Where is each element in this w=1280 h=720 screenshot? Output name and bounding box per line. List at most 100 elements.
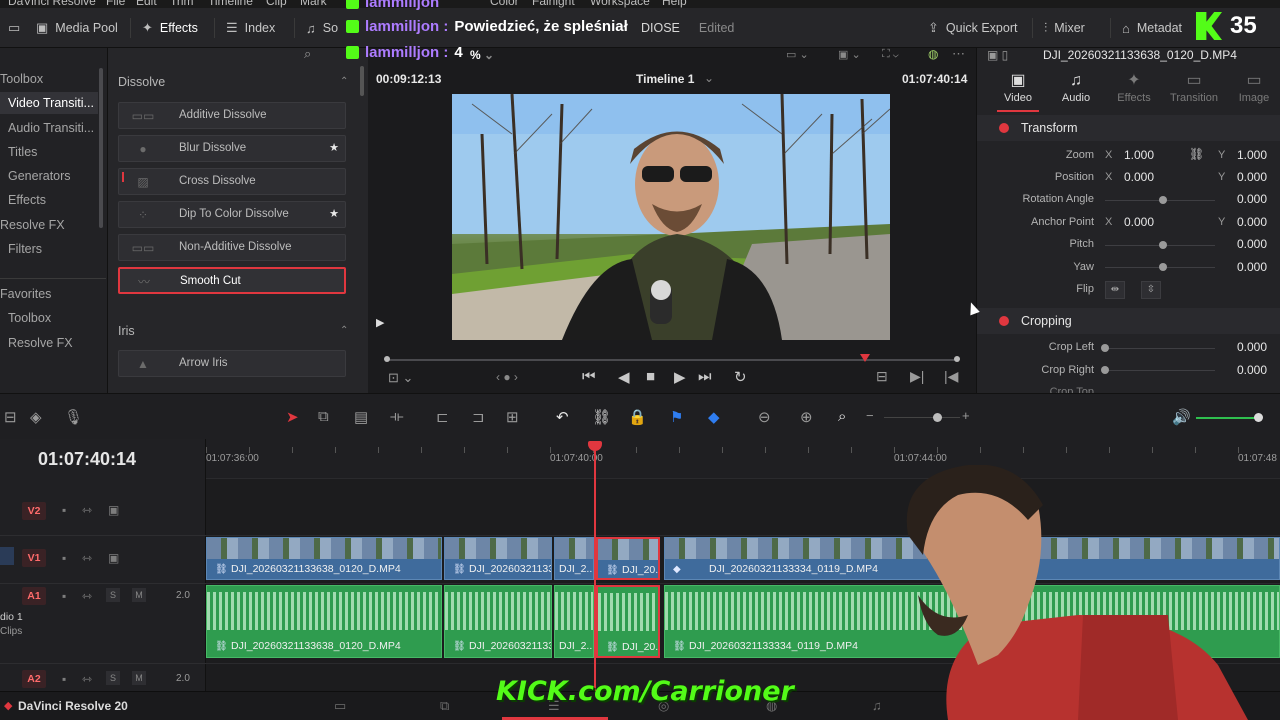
- sidebar-item-favorites[interactable]: Favorites: [0, 287, 51, 301]
- menu-trim[interactable]: Trim: [170, 0, 194, 8]
- track-a1-badge[interactable]: A1: [22, 587, 46, 605]
- menu-workspace[interactable]: Workspace: [590, 0, 650, 8]
- jog-icon[interactable]: ‹ ● ›: [496, 370, 518, 384]
- yaw-field[interactable]: 0.000: [1237, 260, 1267, 274]
- zoom-slider-knob[interactable]: [933, 413, 942, 422]
- play-icon[interactable]: ▶: [674, 368, 686, 386]
- volume-slider[interactable]: [1196, 417, 1258, 419]
- menu-file[interactable]: File: [106, 0, 125, 8]
- section-enable-toggle[interactable]: [999, 316, 1009, 326]
- sound-library-button[interactable]: ♫ So: [306, 8, 338, 48]
- group-header-iris[interactable]: Iris: [118, 324, 135, 338]
- loop-icon[interactable]: ↻: [734, 368, 747, 386]
- lock-icon[interactable]: ▪: [62, 503, 66, 517]
- effect-cross-dissolve[interactable]: ▨ Cross Dissolve: [118, 168, 346, 195]
- sidebar-item-favorites-resolve-fx[interactable]: Resolve FX: [8, 336, 73, 350]
- viewer-mode-icon[interactable]: ▭ ⌄: [786, 48, 809, 61]
- v1-destination-indicator[interactable]: [0, 547, 14, 565]
- track-enable-icon[interactable]: ▣: [108, 503, 119, 517]
- timeline-name[interactable]: Timeline 1: [636, 72, 694, 86]
- scrub-end-handle[interactable]: [954, 356, 960, 362]
- crop-left-field[interactable]: 0.000: [1237, 340, 1267, 354]
- pitch-field[interactable]: 0.000: [1237, 237, 1267, 251]
- selection-tool-icon[interactable]: ➤: [286, 408, 299, 426]
- speaker-icon[interactable]: 🔊: [1172, 408, 1191, 426]
- lock-icon[interactable]: ▪: [62, 551, 66, 565]
- stop-icon[interactable]: ■: [646, 368, 655, 385]
- flip-horizontal-icon[interactable]: ⇹: [1105, 281, 1125, 299]
- zoom-slider[interactable]: [884, 417, 960, 418]
- timeline-playhead[interactable]: [594, 447, 596, 691]
- track-v2-badge[interactable]: V2: [22, 502, 46, 520]
- tab-effects[interactable]: ✦ Effects: [1105, 70, 1163, 104]
- menu-fairlight[interactable]: Fairlight: [532, 0, 575, 8]
- menu-help[interactable]: Help: [662, 0, 687, 8]
- microphone-icon[interactable]: 🎙: [64, 408, 83, 426]
- track-a2-badge[interactable]: A2: [22, 670, 46, 688]
- zoom-full-icon[interactable]: ⊖: [758, 408, 771, 426]
- effect-non-additive-dissolve[interactable]: ▭▭ Non-Additive Dissolve: [118, 234, 346, 261]
- cut-page-icon[interactable]: ⧉: [440, 698, 449, 714]
- play-reverse-icon[interactable]: ◀: [618, 368, 630, 386]
- sidebar-scrollbar[interactable]: [99, 68, 103, 228]
- effects-list-scrollbar[interactable]: [360, 66, 364, 96]
- layout-icon[interactable]: ⊟: [4, 408, 17, 426]
- dynamic-trim-icon[interactable]: ▤: [354, 408, 368, 426]
- lock-icon[interactable]: ▪: [62, 589, 66, 603]
- marker-icon[interactable]: ◆: [708, 408, 720, 426]
- favorite-star-icon[interactable]: ★: [329, 141, 339, 154]
- solo-button[interactable]: S: [106, 671, 120, 685]
- index-button[interactable]: ☰ Index: [226, 8, 275, 48]
- effects-button[interactable]: ✦ Effects: [142, 8, 198, 48]
- tab-video[interactable]: ▣ Video: [989, 70, 1047, 112]
- link-icon[interactable]: ⛓: [1189, 147, 1204, 161]
- menu-edit[interactable]: Edit: [136, 0, 157, 8]
- audio-clip[interactable]: ⛓ DJI_20260321133638_0120_D.MP4: [206, 585, 442, 658]
- media-pool-button[interactable]: ▣ Media Pool: [36, 8, 118, 48]
- track-enable-icon[interactable]: ▣: [108, 551, 119, 565]
- prev-edit-icon[interactable]: |◀: [944, 368, 958, 385]
- audio-clip-selected[interactable]: ⛓ DJI_20...: [596, 585, 660, 658]
- rotation-slider-knob[interactable]: [1159, 196, 1167, 204]
- metadata-button[interactable]: ⌂ Metadat: [1122, 8, 1182, 48]
- position-x-field[interactable]: 0.000: [1124, 170, 1154, 184]
- zoom-y-field[interactable]: 1.000: [1237, 148, 1267, 162]
- effect-arrow-iris[interactable]: ▲ Arrow Iris: [118, 350, 346, 377]
- tab-transition[interactable]: ▭ Transition: [1165, 70, 1223, 104]
- media-page-icon[interactable]: ▭: [334, 698, 346, 714]
- lock-icon[interactable]: ▪: [62, 672, 66, 686]
- transform-overlay-icon[interactable]: ⊡ ⌄: [388, 370, 413, 386]
- skip-to-start-icon[interactable]: ⏮: [582, 368, 596, 385]
- zoom-detail-icon[interactable]: ⊕: [800, 408, 813, 426]
- search-icon[interactable]: ⌕: [304, 46, 311, 62]
- panel-toggle-icon[interactable]: ▭: [8, 8, 20, 48]
- menu-timeline[interactable]: Timeline: [208, 0, 253, 8]
- scrub-playhead[interactable]: [860, 354, 870, 362]
- tab-audio[interactable]: ♫ Audio: [1047, 70, 1105, 104]
- play-audio-icon[interactable]: ▶: [376, 316, 384, 329]
- tab-image[interactable]: ▭ Image: [1225, 70, 1280, 104]
- menu-app[interactable]: DaVinci Resolve: [8, 0, 96, 8]
- sidebar-item-favorites-toolbox[interactable]: Toolbox: [8, 311, 51, 325]
- more-options-icon[interactable]: ⋯: [952, 46, 965, 62]
- chevron-down-icon[interactable]: ⌄: [704, 71, 714, 85]
- auto-select-icon[interactable]: ⇿: [82, 589, 92, 603]
- cropping-section-header[interactable]: Cropping: [977, 308, 1280, 334]
- zoom-in-icon[interactable]: +: [962, 408, 970, 423]
- flip-vertical-icon[interactable]: ⇳: [1141, 281, 1161, 299]
- quick-export-button[interactable]: ⇪ Quick Export: [928, 8, 1017, 48]
- sidebar-item-audio-transitions[interactable]: Audio Transiti...: [8, 121, 94, 135]
- position-lock-icon[interactable]: 🔒: [628, 408, 647, 426]
- anchor-x-field[interactable]: 0.000: [1124, 215, 1154, 229]
- position-y-field[interactable]: 0.000: [1237, 170, 1267, 184]
- audio-clip[interactable]: ⛓ DJI_20260321133...: [444, 585, 552, 658]
- mixer-button[interactable]: ⫶ Mixer: [1044, 8, 1085, 48]
- mute-button[interactable]: M: [132, 671, 146, 685]
- auto-select-icon[interactable]: ⇿: [82, 551, 92, 565]
- inspector-icon[interactable]: ▣ ▯: [987, 48, 1008, 62]
- sidebar-item-generators[interactable]: Generators: [8, 169, 71, 183]
- zoom-x-field[interactable]: 1.000: [1124, 148, 1154, 162]
- effect-blur-dissolve[interactable]: ● Blur Dissolve ★: [118, 135, 346, 162]
- blade-tool-icon[interactable]: ⟛: [390, 408, 404, 425]
- zoom-custom-icon[interactable]: ⌕: [838, 408, 846, 425]
